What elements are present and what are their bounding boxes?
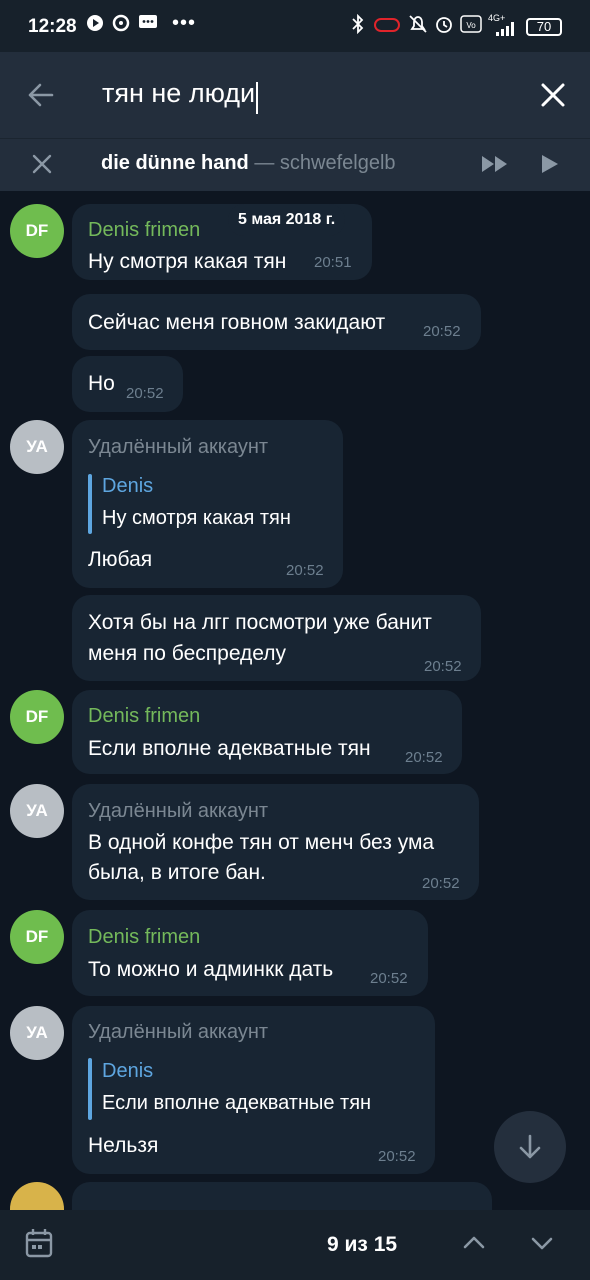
message-text-line-1: Хотя бы на лгг посмотри уже банит	[88, 611, 432, 634]
chevron-down-icon[interactable]	[530, 1236, 554, 1252]
message-sender[interactable]: Удалённый аккаунт	[88, 436, 268, 459]
search-navigation-bar: 9 из 15	[0, 1210, 590, 1280]
avatar-partial[interactable]	[10, 1182, 64, 1210]
message-bubble[interactable]: Удалённый аккаунт В одной конфе тян от м…	[72, 784, 479, 900]
volte-icon: Vo	[460, 15, 482, 33]
calendar-icon[interactable]	[25, 1228, 53, 1258]
track-info[interactable]: die dünne hand — schwefelgelb	[101, 152, 396, 175]
message-bubble[interactable]: Но 20:52	[72, 356, 183, 412]
svg-text:Vo: Vo	[466, 21, 476, 30]
status-time: 12:28	[28, 16, 77, 37]
close-player-icon[interactable]	[32, 154, 52, 174]
signal-icon	[496, 22, 514, 36]
chevron-up-icon[interactable]	[462, 1234, 486, 1250]
chat-messages[interactable]: DF Denis frimen Ну смотря какая тян 20:5…	[0, 190, 590, 1210]
message-sender[interactable]: Удалённый аккаунт	[88, 1021, 268, 1044]
scroll-down-button[interactable]	[494, 1111, 566, 1183]
message-text: Нельзя	[88, 1134, 159, 1157]
message-sender[interactable]: Удалённый аккаунт	[88, 800, 268, 823]
message-time: 20:52	[286, 562, 324, 579]
message-sender[interactable]: Denis frimen	[88, 705, 200, 728]
reply-author[interactable]: Denis	[102, 1060, 153, 1083]
reply-author[interactable]: Denis	[102, 475, 153, 498]
message-bubble-partial[interactable]	[72, 1182, 492, 1210]
message-icon	[139, 15, 157, 28]
search-input[interactable]: тян не люди	[102, 78, 259, 114]
avatar[interactable]: УА	[10, 784, 64, 838]
mute-bell-icon	[409, 15, 427, 33]
battery-saver-icon	[374, 18, 400, 32]
message-text: Сейчас меня говном закидают	[88, 311, 386, 334]
message-time: 20:51	[314, 254, 352, 271]
message-time: 20:52	[423, 323, 461, 340]
avatar[interactable]: DF	[10, 204, 64, 258]
message-bubble[interactable]: Denis frimen Если вполне адекватные тян …	[72, 690, 462, 774]
arrow-left-icon[interactable]	[26, 80, 56, 110]
message-text: Ну смотря какая тян	[88, 250, 287, 273]
search-query: тян не люди	[102, 78, 256, 108]
play-icon[interactable]	[540, 153, 560, 175]
music-player-bar: die dünne hand — schwefelgelb	[0, 138, 590, 191]
message-time: 20:52	[422, 875, 460, 892]
message-bubble[interactable]: Denis frimen То можно и админкк дать 20:…	[72, 910, 428, 996]
message-text-line-1: В одной конфе тян от менч без ума	[88, 831, 435, 854]
message-time: 20:52	[378, 1148, 416, 1165]
search-header: тян не люди	[0, 52, 590, 138]
track-title: die dünne hand	[101, 152, 249, 174]
bluetooth-icon	[352, 14, 364, 34]
message-text: Любая	[88, 548, 153, 571]
track-artist: schwefelgelb	[279, 152, 396, 174]
reply-text[interactable]: Ну смотря какая тян	[102, 507, 291, 530]
more-notifications-icon: •••	[172, 12, 197, 34]
message-text-line-2: была, в итоге бан.	[88, 861, 266, 884]
arrow-down-icon	[519, 1134, 541, 1159]
message-sender[interactable]: Denis frimen	[88, 219, 200, 242]
battery-icon: 70	[526, 18, 562, 36]
alarm-icon	[436, 17, 452, 33]
reply-bar	[88, 474, 92, 534]
message-text-line-2: меня по беспределу	[88, 642, 287, 665]
message-text: Но	[88, 372, 115, 395]
reply-bar	[88, 1058, 92, 1120]
avatar[interactable]: DF	[10, 910, 64, 964]
message-text: То можно и админкк дать	[88, 958, 334, 981]
date-badge: 5 мая 2018 г.	[228, 204, 346, 236]
battery-level: 70	[536, 19, 552, 34]
fast-forward-icon[interactable]	[480, 154, 510, 174]
avatar[interactable]: УА	[10, 1006, 64, 1060]
track-separator: —	[248, 152, 280, 174]
message-bubble[interactable]: Сейчас меня говном закидают 20:52	[72, 294, 481, 350]
message-text: Если вполне адекватные тян	[88, 737, 371, 760]
message-bubble[interactable]: Удалённый аккаунт Denis Ну смотря какая …	[72, 420, 343, 588]
message-time: 20:52	[405, 749, 443, 766]
avatar[interactable]: УА	[10, 420, 64, 474]
chat-app-icon	[112, 14, 130, 32]
text-cursor	[256, 81, 259, 114]
avatar[interactable]: DF	[10, 690, 64, 744]
close-icon[interactable]	[540, 82, 566, 108]
message-time: 20:52	[370, 970, 408, 987]
message-time: 20:52	[126, 385, 164, 402]
message-bubble[interactable]: Удалённый аккаунт Denis Если вполне адек…	[72, 1006, 435, 1174]
message-time: 20:52	[424, 658, 462, 675]
search-result-counter: 9 из 15	[327, 1233, 398, 1256]
reply-text[interactable]: Если вполне адекватные тян	[102, 1092, 371, 1115]
status-bar: 12:28 ••• Vo 4G+ 70	[0, 0, 590, 52]
play-circle-icon	[87, 15, 103, 31]
message-sender[interactable]: Denis frimen	[88, 926, 200, 949]
message-bubble[interactable]: Хотя бы на лгг посмотри уже банит меня п…	[72, 595, 481, 681]
